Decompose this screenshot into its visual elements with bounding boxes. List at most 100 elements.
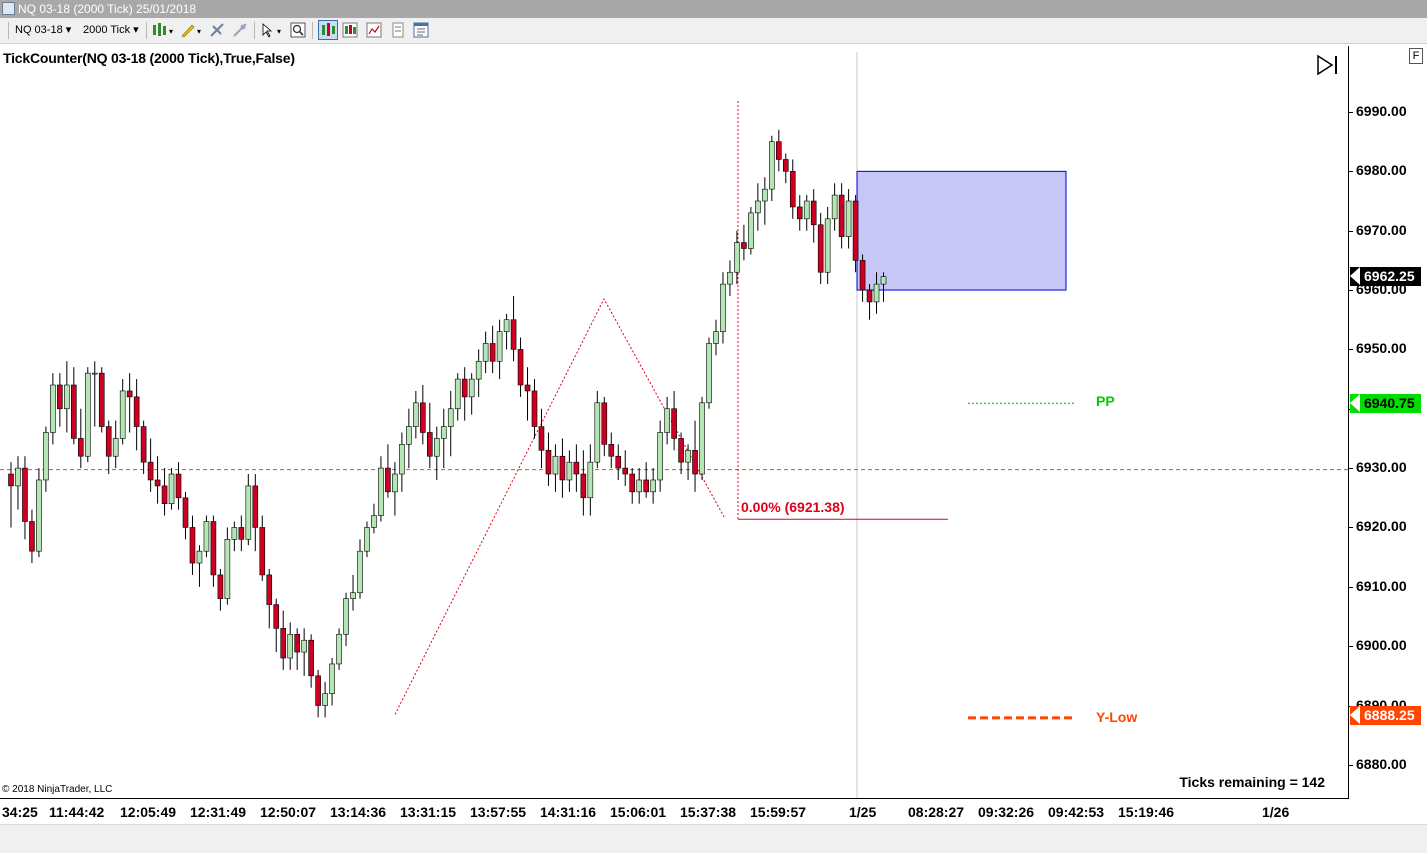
candle-down: [789, 171, 796, 208]
candle-up: [447, 408, 454, 427]
price-tick-mark: [1349, 527, 1353, 529]
candle-down: [161, 485, 168, 505]
candle-up: [231, 527, 238, 540]
crosshair-icon[interactable]: [209, 22, 225, 38]
instrument-selector[interactable]: NQ 03-18 ▾: [15, 21, 71, 40]
candle-up: [706, 343, 712, 404]
candle-down: [154, 479, 161, 487]
candle-up: [350, 592, 356, 599]
candle-up: [371, 515, 377, 528]
time-tick-label: 12:05:49: [120, 804, 177, 820]
candle-up: [406, 426, 412, 445]
rectangle-drawing[interactable]: [856, 170, 1067, 291]
status-bar: [0, 824, 1427, 853]
candle-down: [510, 319, 517, 350]
drawing-pencil-icon[interactable]: ▾: [180, 22, 204, 38]
candle-up: [503, 319, 510, 332]
instrument-label: NQ 03-18: [15, 24, 63, 36]
window-title: NQ 03-18 (2000 Tick) 25/01/2018: [18, 2, 197, 16]
candle-down: [259, 527, 266, 576]
candle-up: [112, 438, 119, 457]
ticks-remaining-label: Ticks remaining = 142: [1179, 774, 1325, 790]
candle-up: [566, 461, 573, 481]
price-tick-label: 6910.00: [1356, 577, 1407, 594]
scroll-to-end-icon[interactable]: [1316, 54, 1342, 76]
candlestick-icon[interactable]: [342, 22, 358, 38]
chevron-down-icon: ▾: [65, 24, 72, 36]
candle-up: [84, 372, 91, 457]
zoom-icon[interactable]: [290, 22, 306, 38]
time-tick-label: 1/26: [1262, 804, 1290, 820]
price-chart[interactable]: [0, 46, 1427, 798]
candle-down: [796, 206, 803, 220]
chart-menu-button[interactable]: F: [1409, 48, 1423, 64]
candle-down: [266, 574, 273, 605]
candle-down: [78, 438, 84, 457]
time-axis-border: [0, 798, 1349, 799]
candle-up: [64, 384, 70, 410]
price-tick-label: 6950.00: [1356, 340, 1407, 357]
candle-down: [622, 467, 629, 475]
svg-text:▾: ▾: [197, 27, 201, 36]
line-chart-icon[interactable]: [366, 22, 382, 38]
properties-icon[interactable]: [413, 22, 429, 38]
candle-down: [252, 485, 259, 528]
price-tick-mark: [1349, 764, 1353, 766]
candle-down: [8, 473, 14, 487]
candle-up: [657, 432, 663, 481]
candle-down: [524, 384, 531, 392]
candle-up: [845, 200, 852, 237]
bar-type-icon[interactable]: ▾: [152, 22, 176, 38]
copyright-notice: © 2018 NinjaTrader, LLC: [2, 784, 113, 795]
y-low-label: Y-Low: [1096, 708, 1138, 725]
candle-up: [880, 276, 887, 285]
candle-up: [552, 455, 559, 475]
candle-up: [594, 402, 601, 463]
candle-up: [36, 479, 42, 552]
chart-trader-icon[interactable]: [318, 20, 338, 40]
time-tick-label: 11:44:42: [49, 804, 105, 820]
candle-down: [182, 497, 189, 528]
global-crosshair-icon[interactable]: [232, 22, 248, 38]
candle-up: [343, 598, 349, 635]
candle-up: [168, 473, 175, 505]
time-tick-label: 1/25: [849, 804, 877, 820]
data-box-icon[interactable]: [390, 22, 406, 38]
candle-up: [468, 378, 475, 398]
candle-up: [329, 663, 335, 694]
chart-toolbar: NQ 03-18 ▾ 2000 Tick ▾ ▾ ▾ ▾: [0, 18, 1427, 44]
candle-down: [238, 527, 245, 540]
candle-down: [580, 473, 587, 499]
toolbar-separator: [254, 22, 255, 39]
interval-selector[interactable]: 2000 Tick ▾: [83, 21, 139, 40]
pointer-icon[interactable]: ▾: [260, 22, 284, 38]
candle-up: [119, 390, 126, 439]
last-price-badge: 6962.25: [1350, 266, 1421, 286]
candle-down: [385, 467, 391, 493]
candle-down: [175, 473, 182, 499]
candle-down: [775, 141, 782, 160]
candle-up: [685, 449, 691, 463]
price-tick-mark: [1349, 112, 1353, 113]
candle-down: [57, 384, 63, 410]
candle-down: [538, 426, 545, 451]
candle-down: [133, 396, 140, 427]
candle-down: [545, 449, 552, 475]
candle-down: [866, 289, 873, 303]
time-tick-label: 34:25: [2, 804, 38, 820]
candle-up: [699, 402, 705, 475]
candle-down: [22, 467, 28, 522]
candle-up: [831, 194, 838, 220]
candle-up: [357, 550, 363, 594]
candle-up: [873, 283, 880, 303]
candle-up: [650, 479, 656, 493]
candle-up: [824, 218, 831, 273]
candle-down: [559, 455, 566, 481]
price-tick-mark: [1349, 646, 1353, 648]
candle-down: [98, 372, 105, 427]
candle-down: [615, 455, 622, 469]
time-tick-label: 13:31:15: [400, 804, 457, 820]
candles-group: [8, 129, 887, 718]
time-tick-label: 13:57:55: [470, 804, 527, 820]
svg-text:▾: ▾: [169, 27, 173, 36]
